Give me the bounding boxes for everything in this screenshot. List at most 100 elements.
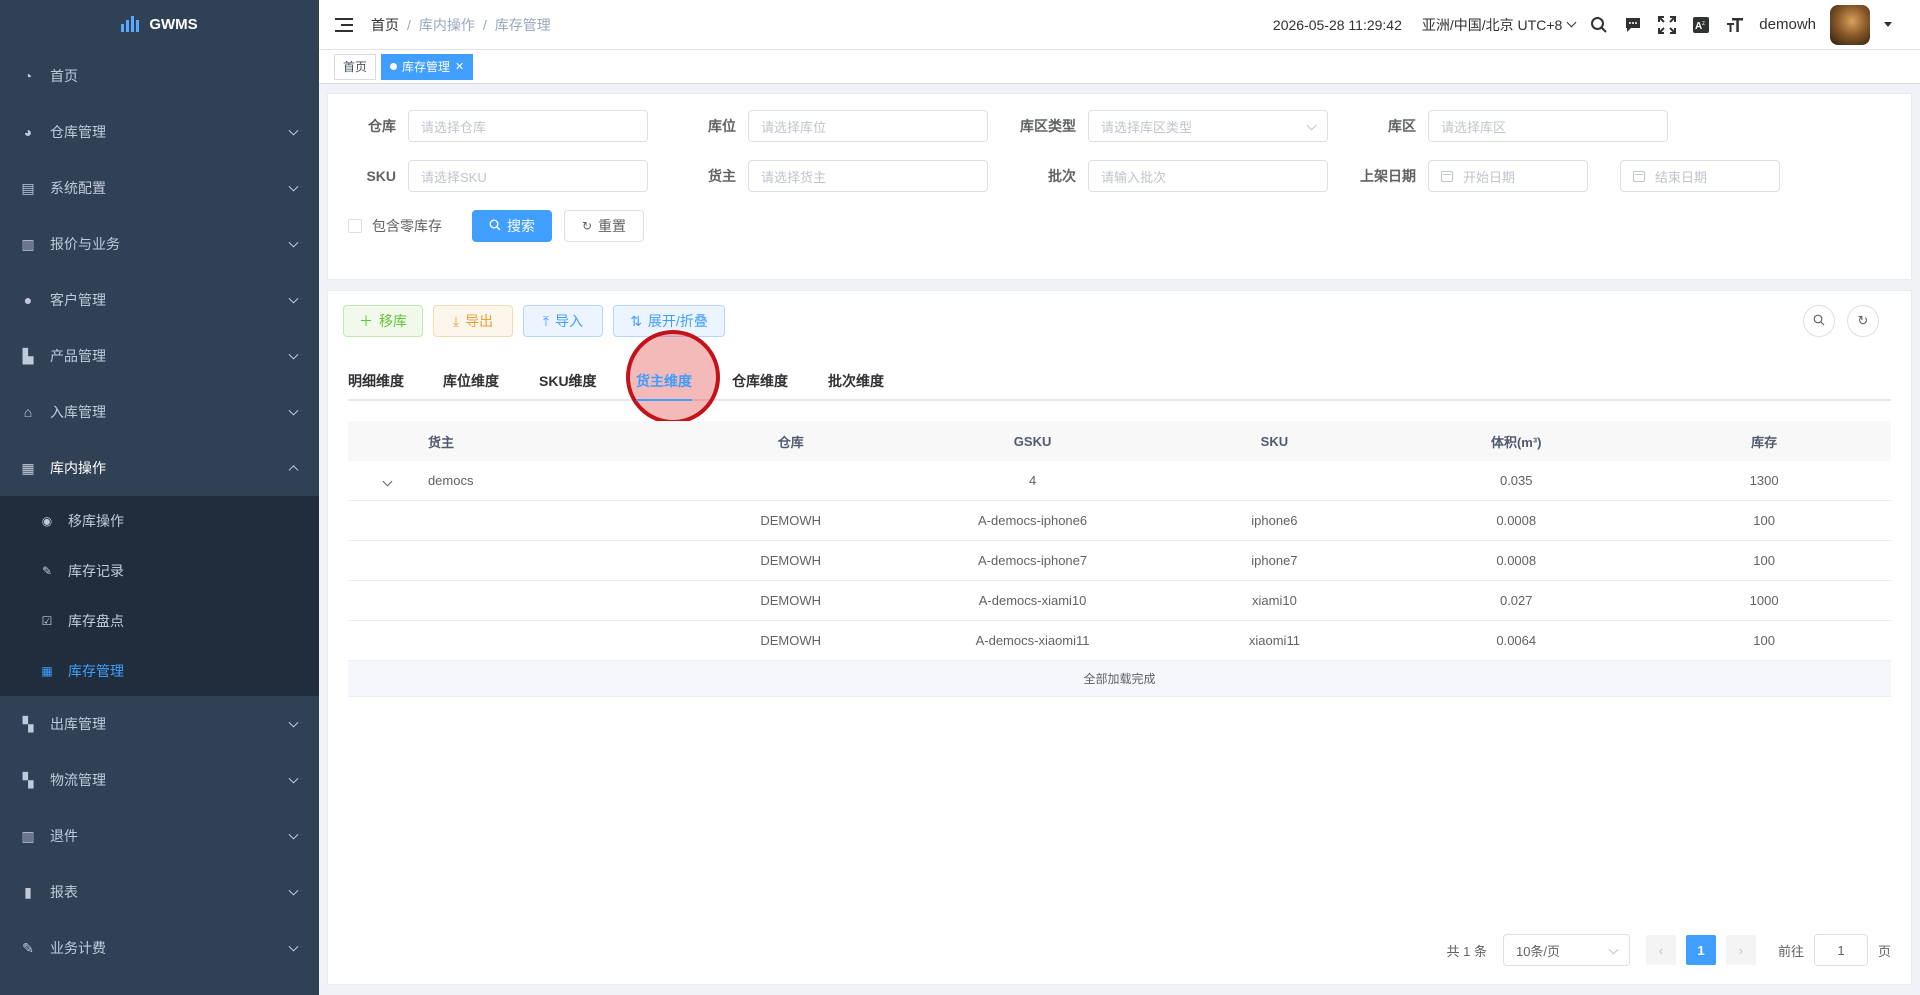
tab-sku[interactable]: SKU维度 — [539, 361, 597, 401]
avatar[interactable] — [1830, 4, 1870, 45]
caret-down-icon[interactable] — [1884, 22, 1892, 27]
location-select[interactable]: 请选择库位 — [748, 110, 988, 142]
timezone-select[interactable]: 亚洲/中国/北京 UTC+8 — [1422, 15, 1577, 35]
dimension-tabs: 明细维度 库位维度 SKU维度 货主维度 仓库维度 批次维度 — [348, 330, 1891, 424]
chevron-down-icon — [383, 476, 393, 487]
globe-icon: ◕ — [23, 124, 33, 140]
tab-batch[interactable]: 批次维度 — [828, 361, 884, 401]
cell-sku: iphone7 — [1251, 553, 1298, 568]
table-row[interactable]: DEMOWH A-democs-xiami10 xiami10 0.027 10… — [348, 581, 1891, 621]
sidebar-item-inventory-ops[interactable]: ▦ 库内操作 — [0, 440, 319, 496]
tag-home[interactable]: 首页 — [334, 53, 377, 80]
sidebar-subitem-inventory[interactable]: ▦ 库存管理 — [0, 646, 319, 696]
start-date-picker[interactable]: 开始日期 — [1428, 160, 1588, 192]
warehouse-form-item: 仓库 请选择仓库 — [328, 110, 648, 142]
checkbox[interactable] — [348, 219, 362, 233]
expand-button-label: 展开/折叠 — [647, 313, 708, 329]
tab-detail[interactable]: 明细维度 — [348, 361, 404, 401]
zone-type-select[interactable]: 请选择库区类型 — [1088, 110, 1328, 142]
sidebar-item-label: 入库管理 — [50, 404, 106, 420]
logo[interactable]: GWMS — [0, 0, 319, 48]
sidebar-subitem-stocktake[interactable]: ☑ 库存盘点 — [0, 596, 319, 646]
tab-location[interactable]: 库位维度 — [443, 361, 499, 401]
next-page-button[interactable]: › — [1725, 935, 1756, 965]
search-icon[interactable] — [1589, 15, 1609, 35]
owner-select[interactable]: 请选择货主 — [748, 160, 988, 192]
sidebar-item-customer[interactable]: ● 客户管理 — [0, 272, 319, 328]
table-row[interactable]: DEMOWH A-democs-iphone7 iphone7 0.0008 1… — [348, 541, 1891, 581]
sidebar-item-warehouse[interactable]: ◕ 仓库管理 — [0, 104, 319, 160]
zero-stock-checkbox[interactable]: 包含零库存 — [348, 210, 442, 242]
refresh-button[interactable]: ↻ — [1847, 305, 1879, 337]
header-warehouse: 仓库 — [777, 434, 804, 450]
form-row: 包含零库存 搜索 ↻ 重置 — [328, 210, 1911, 242]
table-row[interactable]: DEMOWH A-democs-iphone6 iphone6 0.0008 1… — [348, 501, 1891, 541]
shelf-date-label: 上架日期 — [1360, 168, 1416, 184]
cell-gsku: A-democs-xiami10 — [978, 593, 1087, 608]
page-number-button[interactable]: 1 — [1685, 935, 1716, 965]
import-button[interactable]: ⤒ 导入 — [523, 305, 603, 337]
search-toggle-button[interactable] — [1803, 305, 1835, 337]
page-size-label: 10条/页 — [1515, 943, 1561, 959]
hamburger-icon[interactable] — [335, 17, 353, 32]
location-label: 库位 — [708, 118, 736, 134]
sidebar-item-system[interactable]: ▤ 系统配置 — [0, 160, 319, 216]
sidebar-item-reports[interactable]: ▮ 报表 — [0, 864, 319, 920]
sidebar-item-inbound[interactable]: ⌂ 入库管理 — [0, 384, 319, 440]
breadcrumb-home[interactable]: 首页 — [371, 15, 399, 35]
tag-inventory[interactable]: 库存管理 ✕ — [381, 53, 474, 80]
datetime: 2026-05-28 11:29:42 — [1272, 16, 1402, 33]
submenu-inventory-ops: ◉ 移库操作 ✎ 库存记录 ☑ 库存盘点 ▦ 库存管理 — [0, 496, 319, 696]
table-row[interactable]: DEMOWH A-democs-xiaomi11 xiaomi11 0.0064… — [348, 621, 1891, 661]
sidebar-item-label: 退件 — [50, 828, 78, 844]
navbar: 首页 / 库内操作 / 库存管理 2026-05-28 11:29:42 亚洲/… — [319, 0, 1920, 50]
sidebar-item-quote[interactable]: ▥ 报价与业务 — [0, 216, 319, 272]
chevron-down-icon — [288, 237, 299, 248]
prev-page-button[interactable]: ‹ — [1645, 935, 1676, 965]
header-right: 2026-05-28 11:29:42 亚洲/中国/北京 UTC+8 Az de… — [1272, 4, 1920, 45]
placeholder: 开始日期 — [1463, 169, 1516, 185]
sidebar-subitem-label: 库存管理 — [68, 663, 124, 679]
page-size-select[interactable]: 10条/页 — [1502, 934, 1630, 966]
username[interactable]: demowh — [1759, 16, 1816, 33]
close-icon[interactable]: ✕ — [455, 55, 464, 79]
placeholder: 请选择库区 — [1441, 119, 1507, 135]
table-header: 货主 仓库 GSKU SKU 体积(m³) 库存 — [348, 421, 1891, 461]
zone-form-item: 库区 请选择库区 — [1348, 110, 1668, 142]
move-button[interactable]: ＋ 移库 — [343, 305, 423, 337]
goto-page-input[interactable]: 1 — [1813, 934, 1868, 966]
warehouse-select[interactable]: 请选择仓库 — [408, 110, 648, 142]
total-count: 共 1 条 — [1446, 943, 1487, 959]
batch-form-item: 批次 请输入批次 — [1008, 160, 1328, 192]
sidebar-item-outbound[interactable]: ▚ 出库管理 — [0, 696, 319, 752]
batch-input[interactable]: 请输入批次 — [1088, 160, 1328, 192]
message-icon[interactable] — [1623, 15, 1643, 35]
active-dot-icon — [390, 63, 398, 70]
table-group-row[interactable]: democs 4 0.035 1300 — [348, 461, 1891, 501]
reset-button[interactable]: ↻ 重置 — [564, 210, 644, 242]
sku-select[interactable]: 请选择SKU — [408, 160, 648, 192]
translate-icon[interactable]: Az — [1691, 15, 1711, 35]
sidebar-item-home[interactable]: ◔ 首页 — [0, 48, 319, 104]
search-button[interactable]: 搜索 — [472, 210, 552, 242]
zero-stock-label: 包含零库存 — [372, 218, 442, 234]
zone-label: 库区 — [1388, 118, 1416, 134]
sidebar-item-returns[interactable]: ▥ 退件 — [0, 808, 319, 864]
sidebar-subitem-label: 库存记录 — [68, 563, 124, 579]
fullscreen-icon[interactable] — [1657, 15, 1677, 35]
sidebar-subitem-records[interactable]: ✎ 库存记录 — [0, 546, 319, 596]
chevron-down-icon — [288, 181, 299, 192]
end-date-picker[interactable]: 结束日期 — [1620, 160, 1780, 192]
zone-select[interactable]: 请选择库区 — [1428, 110, 1668, 142]
sidebar-item-billing[interactable]: ✎ 业务计费 — [0, 920, 319, 976]
sidebar-item-product[interactable]: ▙ 产品管理 — [0, 328, 319, 384]
tab-warehouse[interactable]: 仓库维度 — [732, 361, 788, 401]
sidebar-subitem-move[interactable]: ◉ 移库操作 — [0, 496, 319, 546]
export-button-label: 导出 — [465, 313, 494, 329]
tab-owner[interactable]: 货主维度 — [636, 361, 692, 401]
export-button[interactable]: ⤓ 导出 — [433, 305, 513, 337]
font-size-icon[interactable] — [1725, 15, 1745, 35]
cell-sku: iphone6 — [1251, 513, 1298, 528]
sidebar-item-logistics[interactable]: ▚ 物流管理 — [0, 752, 319, 808]
expand-toggle[interactable] — [348, 473, 428, 488]
